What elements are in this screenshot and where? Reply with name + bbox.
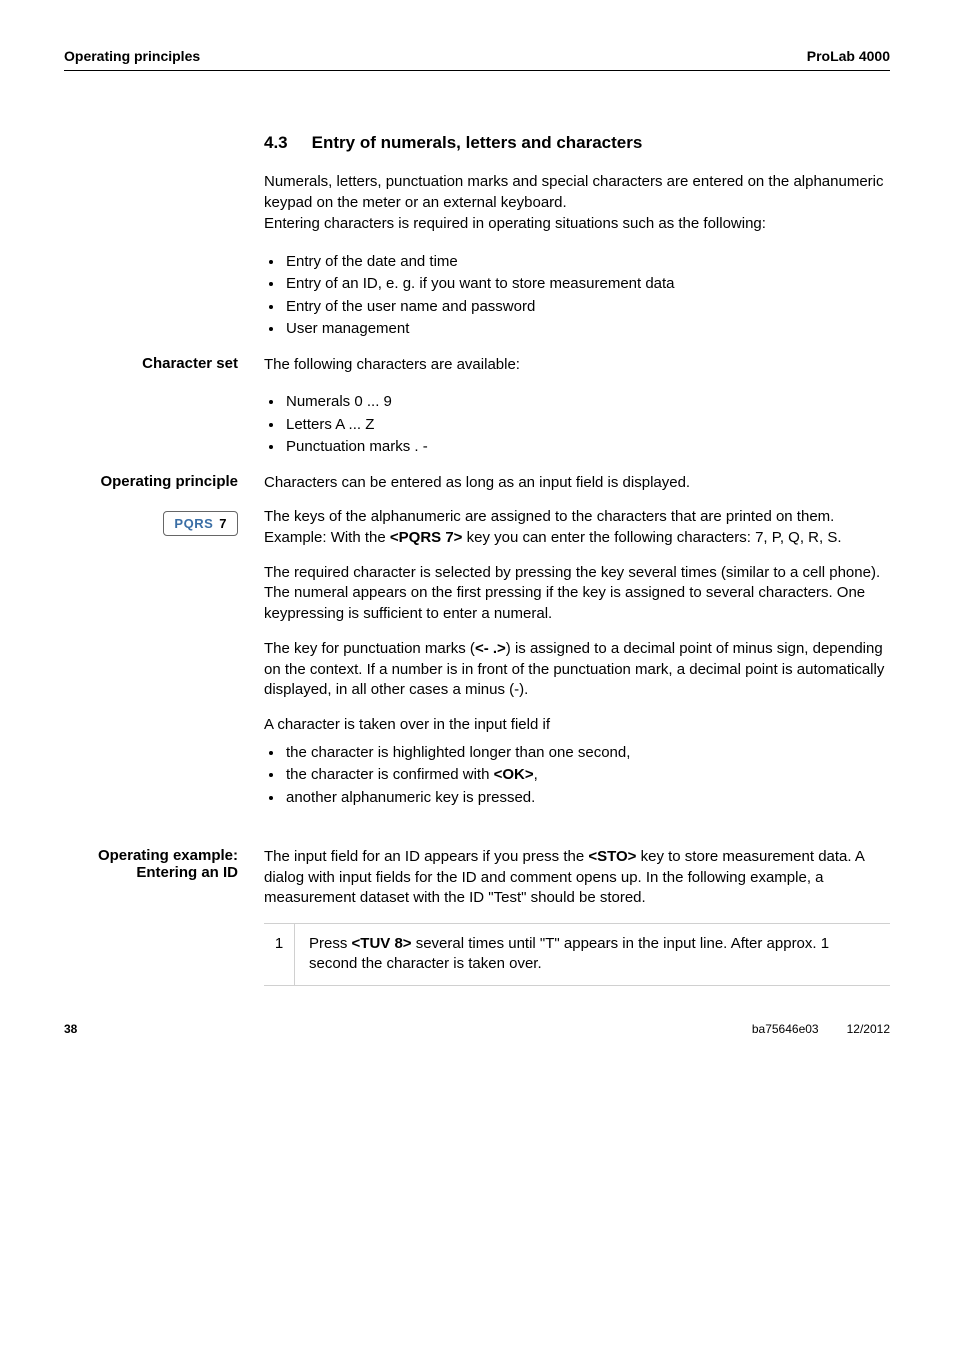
header-right: ProLab 4000	[807, 48, 890, 64]
list-item: the character is highlighted longer than…	[284, 742, 890, 765]
page-footer: 38 ba75646e03 12/2012	[64, 1022, 890, 1036]
character-set-lead: The following characters are available:	[264, 355, 890, 376]
op-principle-p2: The keys of the alphanumeric are assigne…	[264, 507, 890, 548]
list-item: Numerals 0 ... 9	[284, 391, 890, 414]
tuv8-key-label: <TUV 8>	[352, 935, 412, 952]
operating-principle-label: Operating principle	[64, 473, 264, 490]
pqrs-number: 7	[219, 516, 227, 531]
list-item: the character is confirmed with <OK>,	[284, 764, 890, 787]
punctuation-key-label: <- .>	[475, 640, 506, 657]
intro-para-2: Entering characters is required in opera…	[264, 214, 890, 235]
operating-principle-lead: Characters can be entered as long as an …	[264, 473, 890, 494]
pqrs7-key-label: <PQRS 7>	[390, 529, 463, 546]
character-set-label: Character set	[64, 355, 264, 372]
pqrs-letters: PQRS	[174, 516, 213, 531]
step-number: 1	[264, 924, 295, 985]
op-principle-p3: The required character is selected by pr…	[264, 563, 890, 625]
list-item: Entry of an ID, e. g. if you want to sto…	[284, 273, 890, 296]
list-item: Letters A ... Z	[284, 414, 890, 437]
intro-para-1: Numerals, letters, punctuation marks and…	[264, 172, 890, 213]
takeover-bullets: the character is highlighted longer than…	[264, 742, 890, 810]
character-set-bullets: Numerals 0 ... 9 Letters A ... Z Punctua…	[264, 391, 890, 459]
intro-bullet-list: Entry of the date and time Entry of an I…	[264, 251, 890, 341]
list-item: Entry of the user name and password	[284, 296, 890, 319]
ok-key-label: <OK>	[494, 766, 534, 783]
op-principle-p5: A character is taken over in the input f…	[264, 715, 890, 736]
list-item: another alphanumeric key is pressed.	[284, 787, 890, 810]
page-header: Operating principles ProLab 4000	[64, 48, 890, 71]
operating-example-label: Operating example: Entering an ID	[64, 847, 264, 881]
list-item: Punctuation marks . -	[284, 436, 890, 459]
doc-date: 12/2012	[847, 1022, 890, 1036]
step-table: 1 Press <TUV 8> several times until "T" …	[264, 923, 890, 986]
list-item: Entry of the date and time	[284, 251, 890, 274]
sto-key-label: <STO>	[588, 848, 636, 865]
step-text: Press <TUV 8> several times until "T" ap…	[295, 924, 890, 985]
doc-id: ba75646e03	[752, 1022, 819, 1036]
section-number: 4.3	[264, 131, 288, 154]
page-number: 38	[64, 1022, 77, 1036]
pqrs-key-icon: PQRS 7	[163, 511, 238, 536]
section-heading-row: 4.3 Entry of numerals, letters and chara…	[64, 131, 890, 172]
operating-example-p1: The input field for an ID appears if you…	[264, 847, 890, 909]
op-principle-p4: The key for punctuation marks (<- .>) is…	[264, 639, 890, 701]
list-item: User management	[284, 318, 890, 341]
section-title: Entry of numerals, letters and character…	[312, 131, 643, 154]
header-left: Operating principles	[64, 48, 200, 64]
